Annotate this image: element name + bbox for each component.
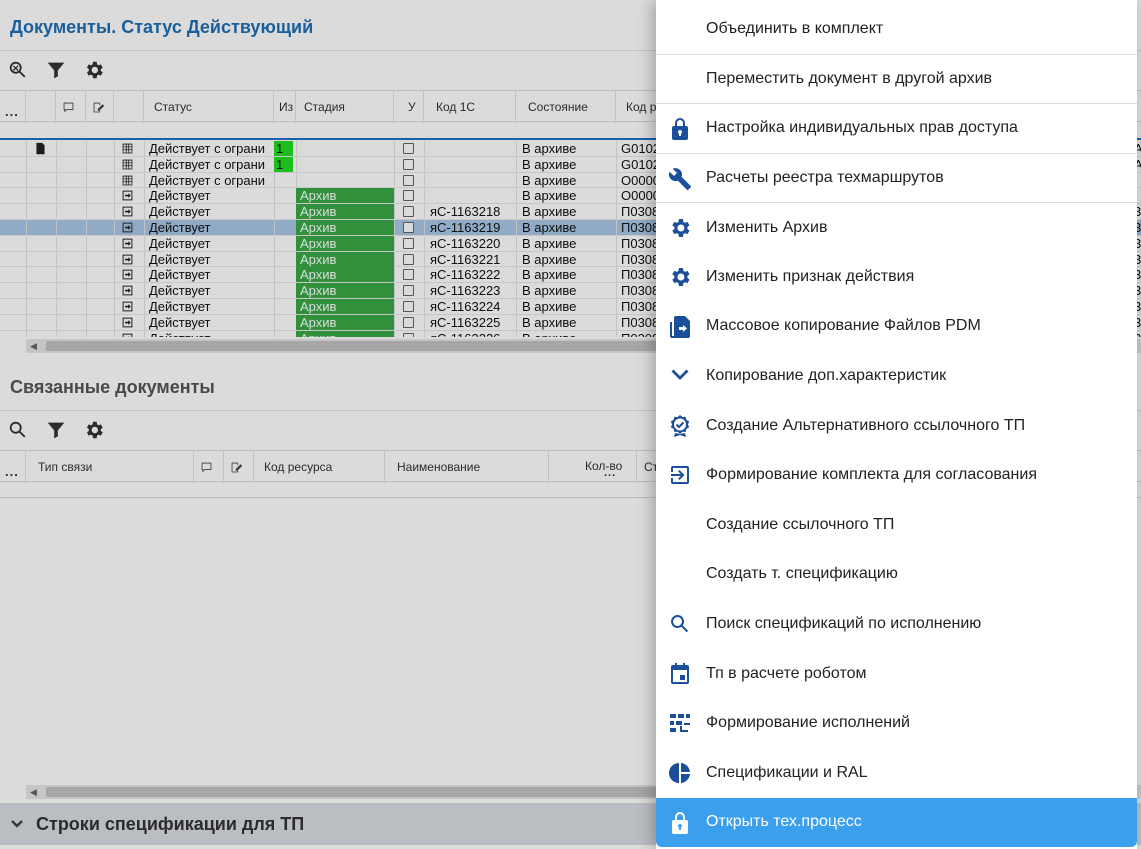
pie-chart-icon bbox=[668, 761, 692, 785]
menu-item-6[interactable]: Изменить признак действия bbox=[656, 252, 1137, 302]
menu-item-label: Массовое копирование Файлов PDM bbox=[706, 317, 981, 335]
menu-item-5[interactable]: Изменить Архив bbox=[656, 202, 1137, 252]
lock-icon bbox=[668, 117, 692, 141]
menu-item-label: Открыть тех.процесс bbox=[706, 813, 862, 831]
badge-check-icon bbox=[668, 414, 692, 438]
gear-icon bbox=[668, 265, 692, 289]
menu-item-15[interactable]: Формирование исполнений bbox=[656, 698, 1137, 748]
menu-item-8[interactable]: Копирование доп.характеристик bbox=[656, 351, 1137, 401]
menu-item-3[interactable]: Настройка индивидуальных прав доступа bbox=[656, 103, 1137, 153]
menu-item-label: Тп в расчете роботом bbox=[706, 664, 867, 682]
menu-item-label: Изменить Архив bbox=[706, 218, 828, 236]
menu-item-label: Объединить в комплект bbox=[706, 19, 884, 37]
gear-icon bbox=[668, 216, 692, 240]
wrench-icon bbox=[668, 167, 692, 191]
menu-item-17[interactable]: Открыть тех.процесс bbox=[656, 797, 1137, 848]
menu-item-label: Формирование комплекта для согласования bbox=[706, 466, 1037, 484]
menu-item-1[interactable]: Объединить в комплект bbox=[656, 4, 1137, 54]
menu-item-7[interactable]: Массовое копирование Файлов PDM bbox=[656, 302, 1137, 352]
menu-item-label: Переместить документ в другой архив bbox=[706, 69, 993, 87]
menu-item-label: Создать т. спецификацию bbox=[706, 565, 898, 583]
import-box-icon bbox=[668, 463, 692, 487]
menu-item-label: Расчеты реестра техмаршрутов bbox=[706, 169, 944, 187]
menu-item-2[interactable]: Переместить документ в другой архив bbox=[656, 53, 1137, 104]
menu-item-label: Изменить признак действия bbox=[706, 267, 915, 285]
menu-item-11[interactable]: Создание ссылочного ТП bbox=[656, 500, 1137, 550]
menu-item-label: Создание ссылочного ТП bbox=[706, 515, 895, 533]
menu-item-13[interactable]: Поиск спецификаций по исполнению bbox=[656, 599, 1137, 649]
file-copy-icon bbox=[668, 315, 692, 339]
chevron-down-icon bbox=[668, 364, 692, 388]
menu-item-16[interactable]: Спецификации и RAL bbox=[656, 748, 1137, 798]
menu-item-label: Копирование доп.характеристик bbox=[706, 366, 947, 384]
search-icon bbox=[668, 612, 692, 636]
menu-item-label: Настройка индивидуальных прав доступа bbox=[706, 119, 1018, 137]
menu-item-9[interactable]: Создание Альтернативного ссылочного ТП bbox=[656, 401, 1137, 451]
menu-item-12[interactable]: Создать т. спецификацию bbox=[656, 550, 1137, 600]
blocks-icon bbox=[668, 711, 692, 735]
menu-item-4[interactable]: Расчеты реестра техмаршрутов bbox=[656, 152, 1137, 203]
menu-item-label: Спецификации и RAL bbox=[706, 763, 868, 781]
lock-icon bbox=[668, 811, 692, 835]
menu-item-label: Создание Альтернативного ссылочного ТП bbox=[706, 416, 1026, 434]
menu-item-10[interactable]: Формирование комплекта для согласования bbox=[656, 450, 1137, 500]
calendar-icon bbox=[668, 662, 692, 686]
menu-item-label: Формирование исполнений bbox=[706, 714, 910, 732]
menu-item-label: Поиск спецификаций по исполнению bbox=[706, 614, 982, 632]
menu-item-14[interactable]: Тп в расчете роботом bbox=[656, 649, 1137, 699]
context-menu: Объединить в комплект Переместить докумен… bbox=[656, 0, 1137, 849]
